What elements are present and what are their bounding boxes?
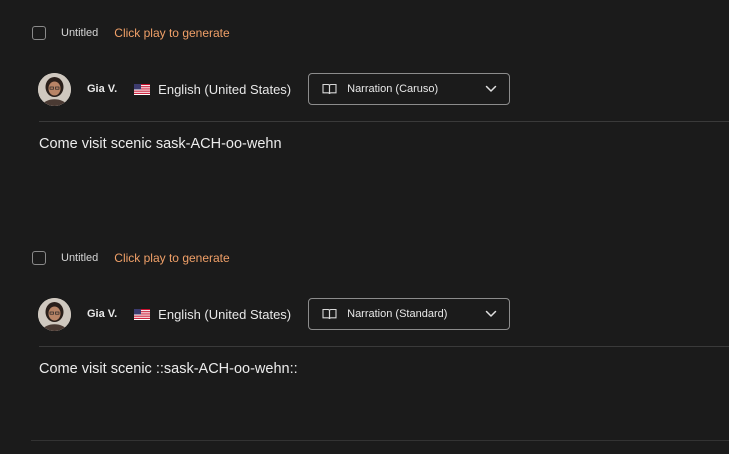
block-header: Untitled Click play to generate (32, 249, 230, 267)
script-text-input[interactable]: Come visit scenic sask-ACH-oo-wehn (39, 136, 282, 152)
language-label: English (United States) (158, 306, 292, 322)
chevron-down-icon (485, 310, 497, 318)
speaker-name[interactable]: Gia V. (87, 308, 117, 320)
generate-hint[interactable]: Click play to generate (114, 251, 229, 265)
divider (39, 121, 729, 122)
book-icon (322, 83, 337, 95)
language-selector[interactable]: English (United States) (134, 82, 291, 97)
voice-settings-row: Gia V. English (United States) Narration… (38, 297, 511, 331)
block-header: Untitled Click play to generate (32, 24, 230, 42)
divider (31, 440, 729, 441)
chevron-down-icon (485, 85, 497, 93)
script-block: Untitled Click play to generate Gia V. E… (0, 225, 729, 450)
block-select-checkbox[interactable] (32, 251, 46, 265)
voice-settings-row: Gia V. English (United States) Narration… (38, 72, 511, 106)
speaker-avatar[interactable] (38, 72, 71, 106)
speaker-name[interactable]: Gia V. (87, 83, 117, 95)
block-title[interactable]: Untitled (61, 252, 98, 264)
language-selector[interactable]: English (United States) (134, 307, 291, 322)
block-select-checkbox[interactable] (32, 26, 46, 40)
divider (39, 346, 729, 347)
voice-style-label: Narration (Standard) (347, 308, 448, 320)
voice-style-dropdown[interactable]: Narration (Standard) (308, 298, 511, 330)
generate-hint[interactable]: Click play to generate (114, 26, 229, 40)
voice-style-dropdown[interactable]: Narration (Caruso) (308, 73, 511, 105)
script-block: Untitled Click play to generate Gia V. E… (0, 0, 729, 225)
book-icon (322, 308, 337, 320)
voice-style-label: Narration (Caruso) (347, 83, 439, 95)
block-title[interactable]: Untitled (61, 27, 98, 39)
script-text-input[interactable]: Come visit scenic ::sask-ACH-oo-wehn:: (39, 361, 298, 377)
speaker-avatar[interactable] (38, 297, 71, 331)
us-flag-icon (134, 83, 151, 95)
us-flag-icon (134, 308, 151, 320)
language-label: English (United States) (158, 81, 292, 97)
tts-editor: Untitled Click play to generate Gia V. E… (0, 0, 729, 454)
